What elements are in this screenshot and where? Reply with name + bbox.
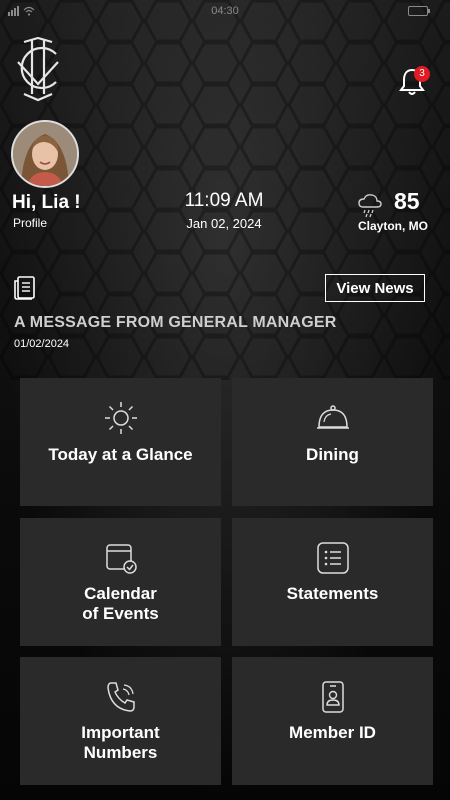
view-news-button[interactable]: View News [325,274,425,302]
tile-dining[interactable]: Dining [232,378,433,506]
weather-location: Clayton, MO [358,219,429,233]
tile-today-at-a-glance[interactable]: Today at a Glance [20,378,221,506]
tile-statements[interactable]: Statements [232,518,433,646]
news-message-date: 01/02/2024 [14,338,70,350]
tile-calendar-of-events[interactable]: Calendar of Events [20,518,221,646]
tile-label: Dining [306,445,359,464]
tile-label: Statements [286,584,379,603]
current-time: 11:09 AM [184,190,264,211]
club-logo[interactable] [12,32,66,104]
tile-label: Important Numbers [81,723,160,762]
tile-member-id[interactable]: Member ID [232,657,433,785]
cloche-icon [316,405,349,429]
profile-link[interactable]: Profile [13,216,47,230]
temperature: 85 [394,188,420,214]
tile-label: Today at a Glance [48,445,193,464]
phone-icon [106,682,135,712]
rain-cloud-icon [358,194,382,218]
newspaper-icon[interactable] [14,276,36,300]
avatar[interactable] [11,120,79,188]
status-bar: 04:30 [0,0,450,22]
id-badge-icon [321,681,344,713]
greeting-text: Hi, Lia ! [12,192,81,213]
tile-label: Member ID [289,723,376,742]
calendar-check-icon [105,544,137,574]
notification-badge: 3 [414,66,430,82]
news-message-title[interactable]: A MESSAGE FROM GENERAL MANAGER [14,314,336,332]
current-date: Jan 02, 2024 [186,216,262,231]
statement-list-icon [316,542,349,574]
tile-label: Calendar of Events [82,584,159,623]
user-photo [13,122,77,186]
battery-icon [408,6,430,16]
tile-important-numbers[interactable]: Important Numbers [20,657,221,785]
status-time: 04:30 [211,5,239,17]
sun-icon [104,402,137,434]
